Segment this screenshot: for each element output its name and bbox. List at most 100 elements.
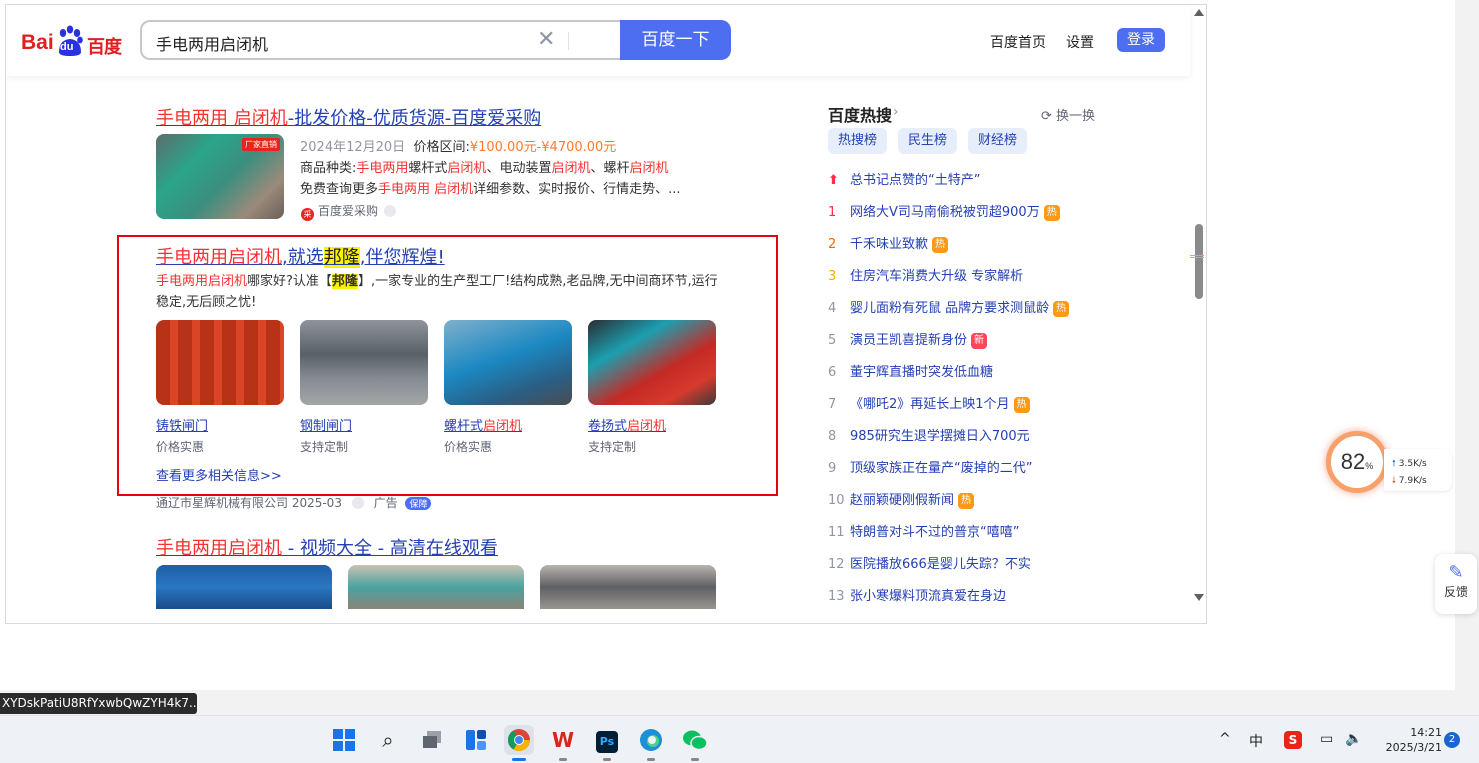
windows-start-icon[interactable] [329, 725, 359, 755]
hot-list-item[interactable]: 11 特朗普对斗不过的普京“嘻嘻” [828, 521, 1019, 540]
clock[interactable]: 14:21 2025/3/21 [1372, 725, 1442, 755]
hot-rank: 12 [828, 557, 845, 572]
running-indicator [559, 758, 567, 761]
hot-item-text: 总书记点赞的“土特产” [850, 173, 981, 188]
hot-item-text: 赵丽颖硬刚假新闻 [850, 493, 955, 508]
running-indicator [603, 758, 611, 761]
hot-rank: 10 [828, 493, 845, 508]
product-image-screw-hoist[interactable] [444, 320, 572, 405]
refresh-button[interactable]: ⟳ 换一换 [1041, 105, 1095, 124]
video-thumbnail[interactable] [540, 565, 716, 609]
search-button[interactable]: 百度一下 [620, 20, 731, 60]
hot-item-text: 演员王凯喜提新身份 [850, 333, 968, 348]
title-text: ,伴您辉煌! [359, 247, 445, 268]
login-button[interactable]: 登录 [1117, 28, 1165, 52]
photoshop-icon[interactable]: Ps [592, 725, 622, 761]
ad-title[interactable]: 手电两用启闭机,就选邦隆,伴您辉煌! [156, 243, 445, 269]
hot-badge: 热 [1053, 301, 1070, 317]
search-icon[interactable]: ⌕ [373, 725, 403, 755]
ime-indicator[interactable]: 中 [1249, 731, 1263, 751]
clear-icon[interactable]: ✕ [537, 28, 555, 52]
product-link-4[interactable]: 卷扬式启闭机 [588, 415, 666, 434]
speed-gauge[interactable]: 82% [1326, 431, 1388, 493]
hot-list-item[interactable]: 12 医院播放666是婴儿失踪？不实 [828, 553, 1031, 572]
highlight: 手电两用启闭机 [156, 274, 248, 289]
hot-search-title[interactable]: 百度热搜 [828, 102, 892, 126]
widgets-icon[interactable] [461, 725, 491, 755]
hot-rank: 11 [828, 525, 845, 540]
logo-du: du [60, 41, 74, 53]
search-input[interactable]: 手电两用启闭机 ✕ [140, 20, 622, 60]
task-view-icon[interactable] [417, 725, 447, 755]
hot-list-item[interactable]: 13 张小寒爆料顶流真爱在身边 [828, 585, 1006, 604]
percent-value: 82 [1340, 449, 1366, 474]
tab-finance[interactable]: 财经榜 [968, 128, 1028, 154]
highlight: 手电两用 启闭机 [378, 182, 474, 197]
result-title-3[interactable]: 手电两用启闭机 - 视频大全 - 高清在线观看 [156, 534, 498, 560]
hot-list-item[interactable]: 1 网络大V司马南偷税被罚超900万热 [828, 201, 1060, 221]
tab-livelihood[interactable]: 民生榜 [898, 128, 958, 154]
product-link-1[interactable]: 铸铁闸门 [156, 415, 208, 434]
result-title-1[interactable]: 手电两用 启闭机-批发价格-优质货源-百度爱采购 [156, 104, 541, 130]
hot-list-item[interactable]: 6 董宇辉直播时突发低血糖 [828, 361, 993, 380]
chevron-right-icon[interactable]: › [893, 104, 899, 120]
hot-badge: 热 [1043, 205, 1060, 221]
ad-label: 广告 [373, 496, 398, 510]
clock-time: 14:21 [1410, 726, 1442, 739]
baidu-logo[interactable]: Bai du 百度 [21, 25, 131, 59]
edge-icon[interactable] [636, 725, 666, 761]
scroll-up-icon[interactable] [1194, 9, 1204, 16]
video-thumbnail[interactable] [348, 565, 524, 609]
hot-list-item[interactable]: 2 千禾味业致歉热 [828, 233, 949, 253]
product-image-cast-gate[interactable] [156, 320, 284, 405]
product-link-2[interactable]: 钢制闸门 [300, 415, 352, 434]
product-image-steel-gate[interactable] [300, 320, 428, 405]
hot-list-item[interactable]: 5 演员王凯喜提新身份新 [828, 329, 988, 349]
network-icon[interactable]: ▭ [1320, 731, 1333, 747]
price-range: ¥100.00元-¥4700.00元 [469, 140, 617, 155]
text: 、电动装置 [486, 161, 552, 176]
hot-list-item[interactable]: ⬆ 总书记点赞的“土特产” [828, 169, 980, 188]
clock-date: 2025/3/21 [1385, 741, 1442, 754]
scrollbar-thumb[interactable] [1195, 224, 1203, 299]
feedback-button[interactable]: ✎ 反馈 [1435, 554, 1477, 614]
more-icon[interactable] [384, 205, 397, 217]
hot-rank: 6 [828, 365, 837, 380]
hot-list-item[interactable]: 3 住房汽车消费大升级 专家解析 [828, 265, 1023, 284]
scroll-down-icon[interactable] [1194, 594, 1204, 601]
hot-list-item[interactable]: 9 顶级家族正在量产“废掉的二代” [828, 457, 1032, 476]
hot-list-item[interactable]: 10 赵丽颖硬刚假新闻热 [828, 489, 975, 509]
wps-icon[interactable]: W [548, 725, 578, 761]
hot-rank: 8 [828, 429, 837, 444]
result-source[interactable]: 采百度爱采购 [301, 202, 397, 221]
text: 螺杆式 [408, 161, 448, 176]
text: 免费查询更多 [300, 182, 379, 197]
hot-rank: 7 [828, 397, 837, 412]
guarantee-badge[interactable]: 保障 [405, 497, 432, 510]
scrollbar[interactable] [1192, 5, 1206, 623]
hot-item-text: 网络大V司马南偷税被罚超900万 [850, 205, 1040, 220]
video-thumbnail[interactable] [156, 565, 332, 609]
text: 详细参数、实时报价、行情走势、... [473, 182, 681, 197]
hot-list-item[interactable]: 4 婴儿面粉有死鼠 品牌方要求测鼠龄热 [828, 297, 1070, 317]
sogou-icon[interactable]: S [1284, 731, 1302, 749]
active-indicator [512, 758, 526, 761]
highlight: 手电两用 [356, 161, 409, 176]
see-more-link[interactable]: 查看更多相关信息>> [156, 465, 282, 484]
chrome-icon[interactable] [504, 725, 534, 761]
hot-list-item[interactable]: 7 《哪吒2》再延长上映1个月热 [828, 393, 1030, 413]
home-link[interactable]: 百度首页 [990, 32, 1046, 52]
more-icon[interactable] [351, 497, 364, 509]
settings-link[interactable]: 设置 [1066, 32, 1094, 52]
product-image-winch-hoist[interactable] [588, 320, 716, 405]
tray-overflow-icon[interactable]: ^ [1219, 731, 1231, 747]
volume-icon[interactable]: 🔈 [1345, 731, 1362, 747]
notification-badge[interactable]: 2 [1444, 732, 1460, 748]
tab-hot-search[interactable]: 热搜榜 [828, 128, 888, 154]
product-link-3[interactable]: 螺杆式启闭机 [444, 415, 522, 434]
result-thumbnail[interactable]: 厂家直销 [156, 134, 284, 219]
hot-badge: 热 [932, 237, 949, 253]
desktop-edge-bottom [0, 690, 1479, 715]
wechat-icon[interactable] [680, 725, 710, 761]
hot-list-item[interactable]: 8 985研究生退学摆摊日入700元 [828, 425, 1030, 444]
